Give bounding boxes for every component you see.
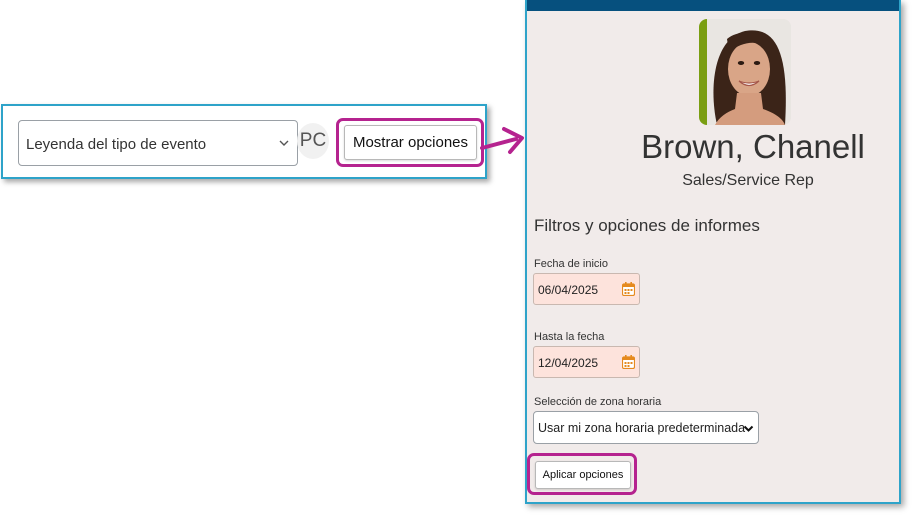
end-date-value: 12/04/2025 xyxy=(538,356,599,370)
employee-role: Sales/Service Rep xyxy=(682,172,814,189)
avatar[interactable]: PC xyxy=(297,123,329,159)
employee-photo-image xyxy=(707,19,791,125)
employee-photo xyxy=(699,19,791,125)
timezone-label: Selección de zona horaria xyxy=(534,396,662,408)
show-options-button[interactable]: Mostrar opciones xyxy=(344,125,477,160)
chevron-down-icon xyxy=(743,425,754,432)
event-type-select-value: Leyenda del tipo de evento xyxy=(26,136,207,153)
panel-top-bar xyxy=(527,0,899,11)
employee-name: Brown, Chanell xyxy=(641,128,865,165)
avatar-initials: PC xyxy=(299,130,327,151)
timezone-select[interactable]: Usar mi zona horaria predeterminada xyxy=(533,411,759,444)
apply-options-button[interactable]: Aplicar opciones xyxy=(535,461,631,489)
start-date-value: 06/04/2025 xyxy=(538,283,599,297)
end-date-field[interactable]: 12/04/2025 xyxy=(533,346,640,378)
section-title: Filtros y opciones de informes xyxy=(534,216,760,235)
photo-accent-bar xyxy=(699,19,707,125)
end-date-label: Hasta la fecha xyxy=(534,331,605,343)
start-date-label: Fecha de inicio xyxy=(534,258,608,270)
start-date-field[interactable]: 06/04/2025 xyxy=(533,273,640,305)
arrow-right-icon xyxy=(480,127,524,154)
chevron-down-icon xyxy=(279,140,289,146)
calendar-icon[interactable] xyxy=(622,355,635,369)
calendar-icon[interactable] xyxy=(622,282,635,296)
toolbar-callout: Leyenda del tipo de evento PC Mostrar op… xyxy=(1,104,487,179)
event-type-select[interactable]: Leyenda del tipo de evento xyxy=(18,120,298,166)
report-options-panel: Brown, Chanell Sales/Service Rep Filtros… xyxy=(525,0,901,504)
timezone-select-value: Usar mi zona horaria predeterminada xyxy=(538,421,746,435)
